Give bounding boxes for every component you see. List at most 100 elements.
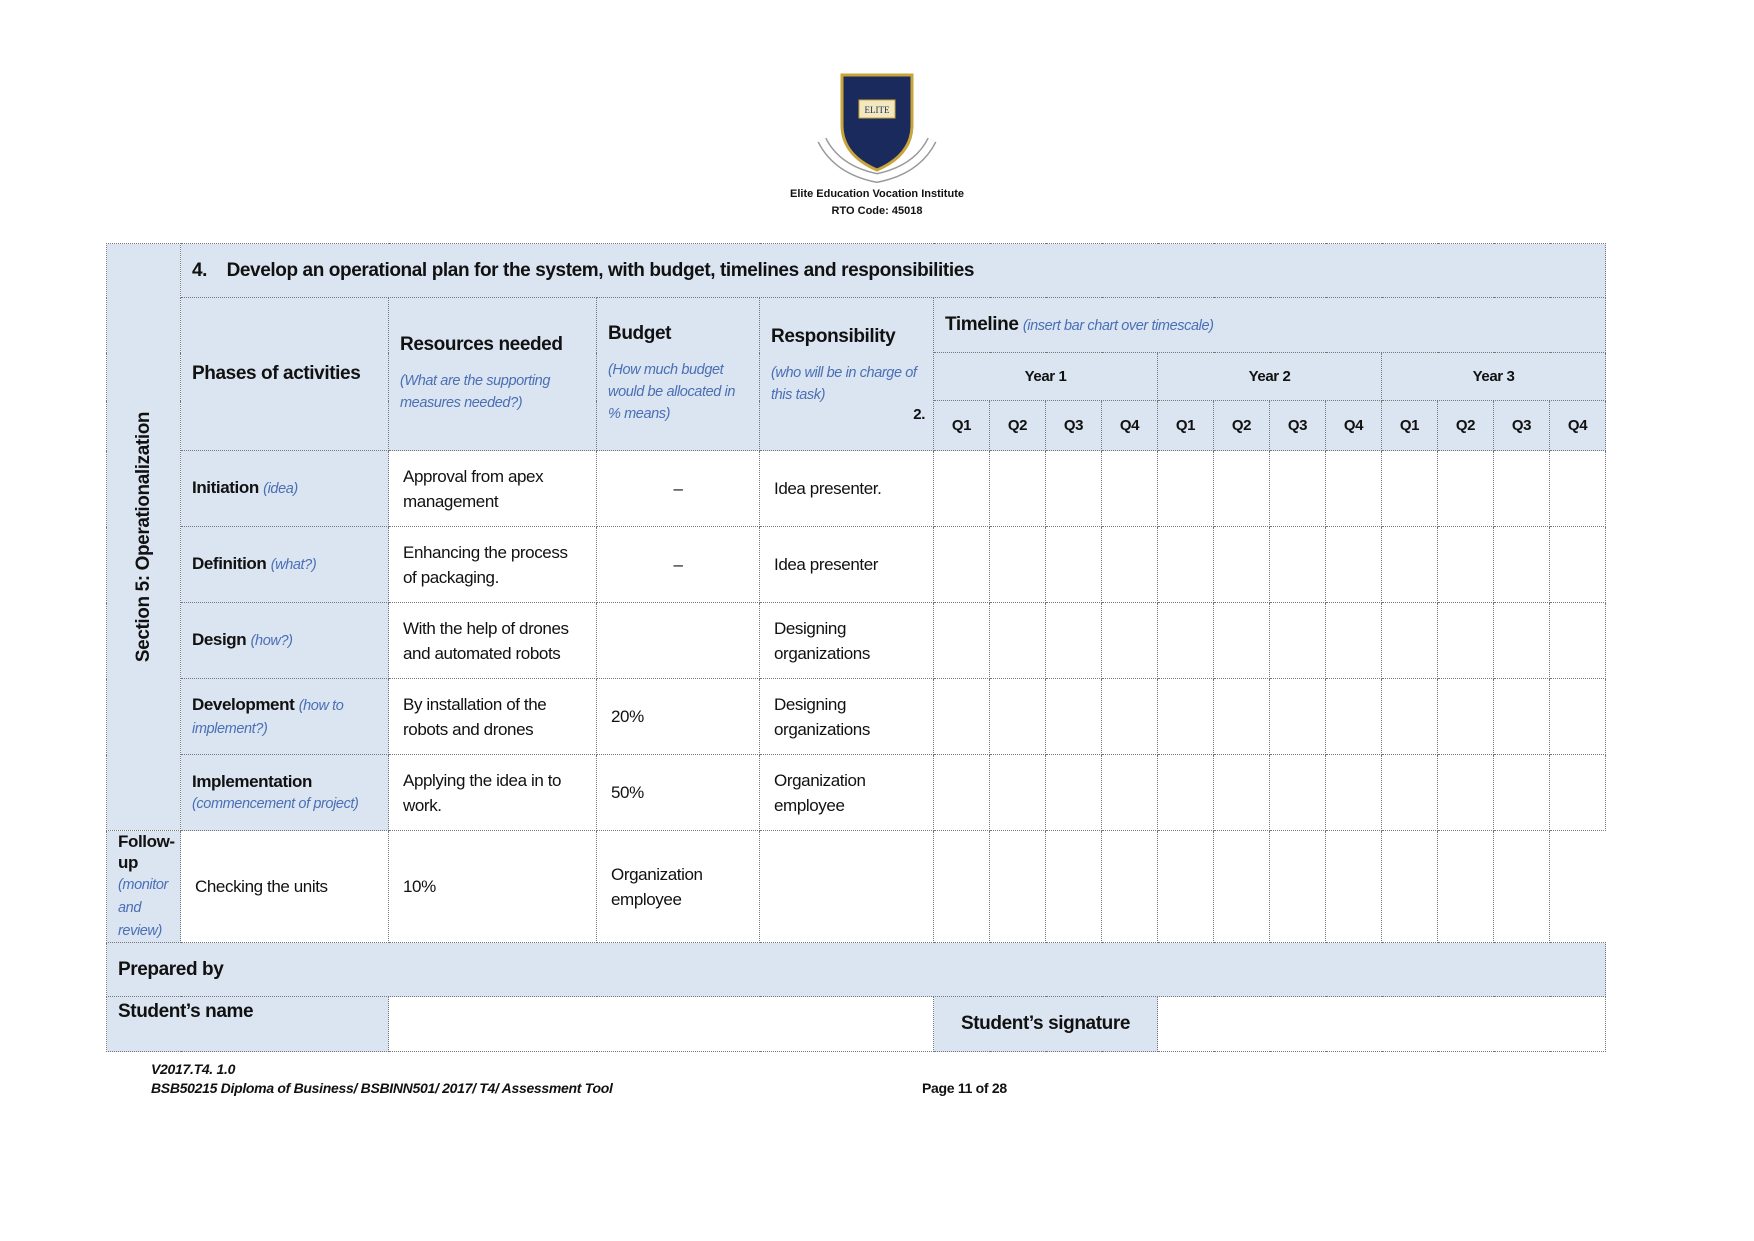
- resources-cell[interactable]: Checking the units: [180, 830, 389, 943]
- timeline-cell[interactable]: [989, 678, 1046, 755]
- timeline-cell[interactable]: [1548, 450, 1607, 527]
- phase-name: Definition: [192, 554, 267, 573]
- timeline-cell[interactable]: [1381, 678, 1438, 755]
- timeline-cell[interactable]: [989, 830, 1046, 943]
- timeline-cell[interactable]: [1325, 830, 1382, 943]
- timeline-cell[interactable]: [1493, 678, 1550, 755]
- timeline-cell[interactable]: [1101, 830, 1158, 943]
- timeline-cell[interactable]: [1493, 830, 1550, 943]
- timeline-cell[interactable]: [1325, 678, 1382, 755]
- timeline-cell[interactable]: [1101, 450, 1158, 527]
- timeline-cell[interactable]: [1045, 678, 1102, 755]
- timeline-cell[interactable]: [1269, 754, 1326, 831]
- resources-cell[interactable]: Approval from apex management: [388, 450, 597, 527]
- timeline-cell[interactable]: [1381, 830, 1438, 943]
- timeline-cell[interactable]: [1045, 450, 1102, 527]
- timeline-cell[interactable]: [1548, 526, 1607, 603]
- timeline-cell[interactable]: [1045, 526, 1102, 603]
- timeline-cell[interactable]: [933, 754, 990, 831]
- timeline-cell[interactable]: [1157, 678, 1214, 755]
- timeline-cell[interactable]: [933, 678, 990, 755]
- timeline-cell[interactable]: [1548, 754, 1607, 831]
- budget-cell[interactable]: –: [596, 526, 760, 603]
- timeline-cell[interactable]: [1213, 602, 1270, 679]
- timeline-cell[interactable]: [1269, 450, 1326, 527]
- budget-cell[interactable]: 10%: [388, 830, 597, 943]
- resources-cell[interactable]: With the help of drones and automated ro…: [388, 602, 597, 679]
- timeline-cell[interactable]: [1325, 754, 1382, 831]
- timeline-cell[interactable]: [1101, 754, 1158, 831]
- resources-cell[interactable]: Applying the idea in to work.: [388, 754, 597, 831]
- timeline-cell[interactable]: [1437, 754, 1494, 831]
- timeline-cell[interactable]: [1493, 450, 1550, 527]
- budget-cell[interactable]: [596, 602, 760, 679]
- student-signature-field[interactable]: [1156, 996, 1607, 1052]
- task-title: Develop an operational plan for the syst…: [226, 259, 975, 281]
- timeline-cell[interactable]: [1381, 602, 1438, 679]
- timeline-cell[interactable]: [1548, 602, 1607, 679]
- timeline-cell[interactable]: [1493, 754, 1550, 831]
- timeline-cell[interactable]: [1381, 526, 1438, 603]
- timeline-cell[interactable]: [933, 830, 990, 943]
- timeline-cell[interactable]: [933, 602, 990, 679]
- quarter-header: Q3: [1045, 400, 1102, 451]
- timeline-cell[interactable]: [1437, 830, 1494, 943]
- timeline-cell[interactable]: [989, 450, 1046, 527]
- budget-cell[interactable]: –: [596, 450, 760, 527]
- timeline-cell[interactable]: [1381, 450, 1438, 527]
- timeline-cell[interactable]: [1437, 678, 1494, 755]
- timeline-cell[interactable]: [1101, 678, 1158, 755]
- timeline-title: Timeline: [945, 314, 1019, 335]
- timeline-cell[interactable]: [933, 526, 990, 603]
- responsibility-cell[interactable]: Idea presenter.: [759, 450, 934, 527]
- timeline-cell[interactable]: [1213, 526, 1270, 603]
- timeline-cell[interactable]: [1157, 830, 1214, 943]
- timeline-cell[interactable]: [1437, 450, 1494, 527]
- timeline-cell[interactable]: [1045, 830, 1102, 943]
- responsibility-cell[interactable]: Idea presenter: [759, 526, 934, 603]
- student-name-field[interactable]: [388, 996, 934, 1052]
- timeline-cell[interactable]: [1325, 602, 1382, 679]
- timeline-cell[interactable]: [1101, 602, 1158, 679]
- timeline-cell[interactable]: [1548, 678, 1607, 755]
- responsibility-cell[interactable]: Organization employee: [759, 754, 934, 831]
- timeline-cell[interactable]: [1325, 450, 1382, 527]
- table-row: Follow-up (monitor and review) Checking t…: [106, 830, 1606, 943]
- timeline-cell[interactable]: [1381, 754, 1438, 831]
- timeline-cell[interactable]: [1269, 830, 1326, 943]
- timeline-cell[interactable]: [1157, 526, 1214, 603]
- timeline-cell[interactable]: [1045, 602, 1102, 679]
- timeline-cell[interactable]: [1101, 526, 1158, 603]
- timeline-cell[interactable]: [759, 830, 934, 943]
- timeline-cell[interactable]: [1157, 450, 1214, 527]
- timeline-cell[interactable]: [989, 526, 1046, 603]
- phase-name: Follow-up: [118, 832, 175, 872]
- timeline-cell[interactable]: [1157, 602, 1214, 679]
- responsibility-cell[interactable]: Organization employee: [596, 830, 760, 943]
- timeline-cell[interactable]: [1269, 602, 1326, 679]
- timeline-cell[interactable]: [1045, 754, 1102, 831]
- timeline-cell[interactable]: [1213, 678, 1270, 755]
- timeline-cell[interactable]: [989, 754, 1046, 831]
- timeline-cell[interactable]: [1493, 602, 1550, 679]
- responsibility-cell[interactable]: Designing organizations: [759, 678, 934, 755]
- timeline-cell[interactable]: [1437, 526, 1494, 603]
- timeline-cell[interactable]: [1437, 602, 1494, 679]
- budget-cell[interactable]: 50%: [596, 754, 760, 831]
- budget-cell[interactable]: 20%: [596, 678, 760, 755]
- timeline-cell[interactable]: [1269, 526, 1326, 603]
- timeline-cell[interactable]: [1157, 754, 1214, 831]
- timeline-cell[interactable]: [1213, 754, 1270, 831]
- resources-cell[interactable]: By installation of the robots and drones: [388, 678, 597, 755]
- timeline-cell[interactable]: [1213, 830, 1270, 943]
- timeline-cell[interactable]: [1269, 678, 1326, 755]
- timeline-cell[interactable]: [1213, 450, 1270, 527]
- resources-cell[interactable]: Enhancing the process of packaging.: [388, 526, 597, 603]
- timeline-cell[interactable]: [989, 602, 1046, 679]
- timeline-hint: (insert bar chart over timescale): [1022, 318, 1214, 334]
- timeline-cell[interactable]: [1325, 526, 1382, 603]
- timeline-cell[interactable]: [1493, 526, 1550, 603]
- footer-version: V2017.T4. 1.0: [151, 1061, 236, 1077]
- responsibility-cell[interactable]: Designing organizations: [759, 602, 934, 679]
- timeline-cell[interactable]: [933, 450, 990, 527]
